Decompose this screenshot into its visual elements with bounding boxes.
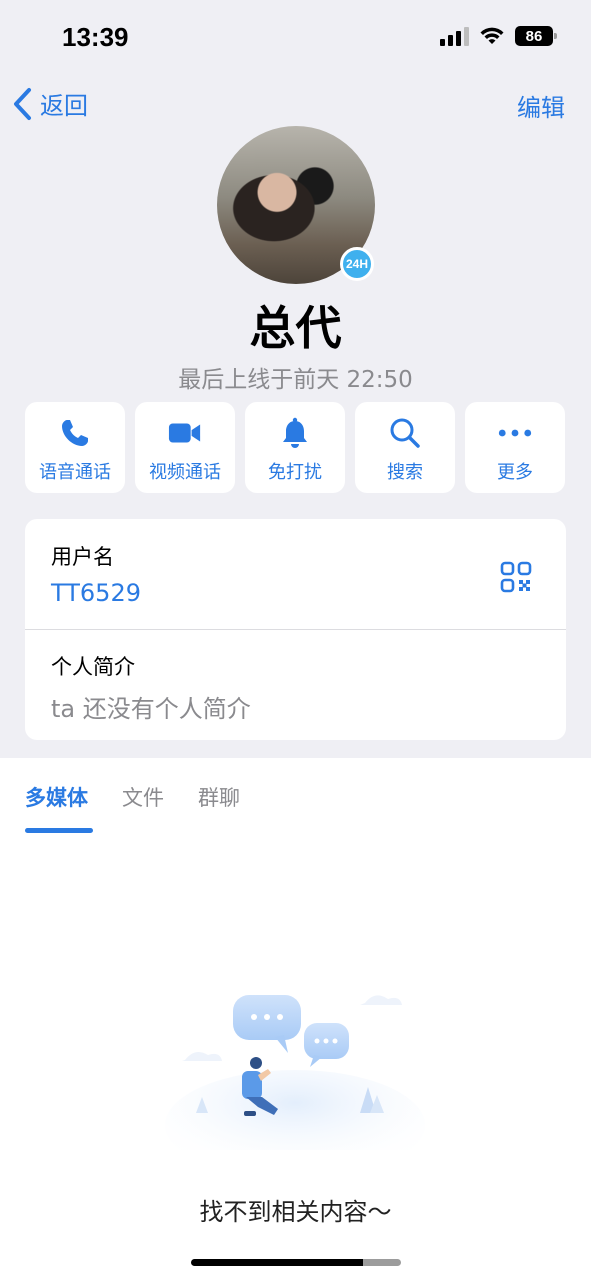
action-label: 免打扰 bbox=[268, 462, 322, 483]
back-label: 返回 bbox=[40, 92, 88, 120]
tab-indicator bbox=[25, 828, 93, 833]
back-button[interactable]: 返回 bbox=[12, 86, 88, 121]
bio-label: 个人简介 bbox=[51, 655, 135, 679]
username-value[interactable]: TT6529 bbox=[51, 579, 141, 607]
tab-files[interactable]: 文件 bbox=[122, 782, 164, 812]
username-label: 用户名 bbox=[51, 545, 114, 569]
cellular-signal-icon bbox=[440, 26, 469, 46]
phone-icon bbox=[58, 416, 92, 450]
bio-row: 个人简介 ta 还没有个人简介 bbox=[51, 651, 251, 724]
bell-icon bbox=[278, 416, 312, 450]
divider bbox=[25, 629, 566, 630]
action-label: 更多 bbox=[497, 462, 533, 483]
action-bar: 语音通话 视频通话 免打扰 搜索 更多 bbox=[25, 402, 565, 493]
action-label: 搜索 bbox=[387, 462, 423, 483]
more-button[interactable]: 更多 bbox=[465, 402, 565, 493]
last-seen-status: 最后上线于前天 22:50 bbox=[178, 367, 413, 393]
empty-state-illustration bbox=[165, 995, 425, 1150]
action-label: 视频通话 bbox=[149, 462, 221, 483]
battery-indicator: 86 bbox=[515, 26, 557, 46]
username-row[interactable]: 用户名 TT6529 bbox=[51, 541, 141, 607]
wifi-icon bbox=[480, 27, 504, 44]
search-icon bbox=[388, 416, 422, 450]
avatar-badge: 24H bbox=[340, 247, 374, 281]
empty-state-text: 找不到相关内容～ bbox=[199, 1198, 392, 1226]
media-tabs: 多媒体 文件 群聊 bbox=[25, 782, 240, 812]
tab-media[interactable]: 多媒体 bbox=[25, 782, 88, 812]
voice-call-button[interactable]: 语音通话 bbox=[25, 402, 125, 493]
tab-group-chats[interactable]: 群聊 bbox=[198, 782, 240, 812]
search-button[interactable]: 搜索 bbox=[355, 402, 455, 493]
home-indicator bbox=[191, 1259, 401, 1266]
profile-name: 总代 bbox=[249, 301, 342, 355]
edit-button[interactable]: 编辑 bbox=[517, 88, 565, 123]
video-camera-icon bbox=[168, 416, 202, 450]
action-label: 语音通话 bbox=[39, 462, 111, 483]
video-call-button[interactable]: 视频通话 bbox=[135, 402, 235, 493]
more-dots-icon bbox=[498, 416, 532, 450]
bio-value: ta 还没有个人简介 bbox=[51, 695, 251, 723]
status-time: 13:39 bbox=[62, 22, 129, 52]
qr-code-icon[interactable] bbox=[500, 561, 532, 597]
info-card: 用户名 TT6529 个人简介 ta 还没有个人简介 bbox=[25, 519, 566, 740]
status-icons: 86 bbox=[440, 26, 557, 46]
mute-button[interactable]: 免打扰 bbox=[245, 402, 345, 493]
chevron-left-icon bbox=[14, 87, 31, 120]
